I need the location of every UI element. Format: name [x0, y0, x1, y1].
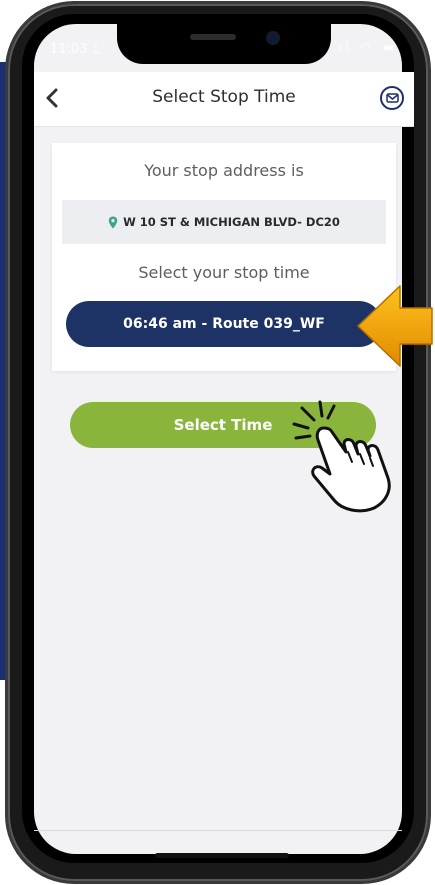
address-heading: Your stop address is [144, 161, 304, 180]
stop-time-option[interactable]: 06:46 am - Route 039_WF [66, 301, 382, 347]
pointer-arrow-icon [357, 285, 433, 367]
stop-address-box: W 10 ST & MICHIGAN BLVD- DC20 [62, 200, 386, 244]
status-time: 11:03 ⟂ [50, 42, 101, 57]
envelope-icon [385, 93, 399, 103]
mail-button[interactable] [380, 86, 404, 110]
phone-notch [117, 16, 331, 64]
front-camera [268, 33, 278, 43]
stop-time-card: Your stop address is W 10 ST & MICHIGAN … [52, 143, 396, 371]
page-title: Select Stop Time [152, 87, 296, 107]
home-indicator [155, 853, 289, 858]
map-pin-icon [108, 216, 118, 228]
app-header: Select Stop Time [34, 72, 414, 127]
speaker-grille [190, 34, 236, 40]
status-icons: ıl ◠ ▬ [338, 40, 399, 54]
back-button[interactable] [40, 84, 64, 112]
time-heading: Select your stop time [138, 263, 310, 282]
stop-address: W 10 ST & MICHIGAN BLVD- DC20 [123, 215, 340, 229]
chevron-left-icon [46, 88, 58, 108]
bottom-divider [34, 830, 402, 831]
tap-hand-icon [292, 400, 391, 513]
screenshot-stage: 11:03 ⟂ ıl ◠ ▬ Select Stop Time Your sto… [0, 0, 435, 885]
